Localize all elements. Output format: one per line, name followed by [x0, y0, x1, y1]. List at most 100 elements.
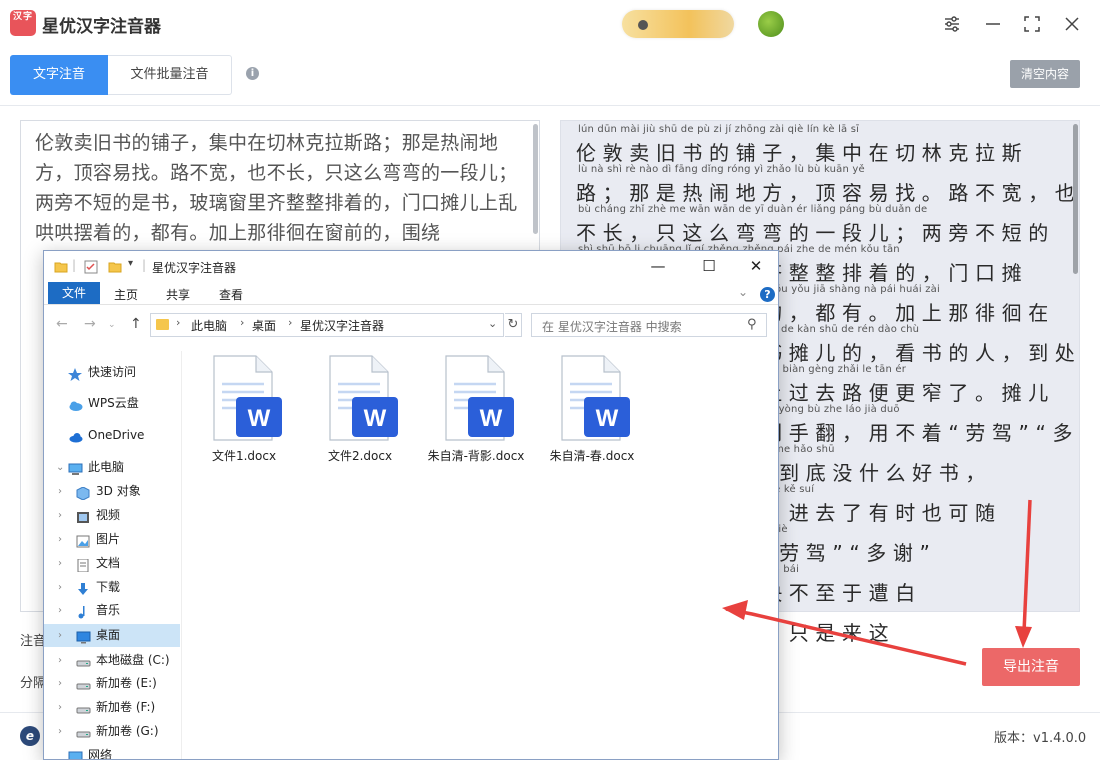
separator-icon: | [142, 258, 147, 272]
title-bar [0, 0, 1100, 48]
ribbon-tab-home[interactable]: 主页 [114, 286, 138, 303]
ribbon-collapse-icon[interactable]: ⌄ [738, 285, 748, 299]
nav-item-document[interactable]: › 文档 [44, 552, 180, 575]
tab-batch-annotation[interactable]: 文件批量注音 [108, 55, 232, 95]
tab-text-annotation[interactable]: 文字注音 [10, 55, 108, 95]
back-arrow-icon[interactable]: ← [56, 316, 68, 332]
settings-icon[interactable] [940, 12, 964, 36]
help-icon[interactable]: ? [760, 287, 775, 302]
expand-chevron-icon[interactable]: › [58, 504, 62, 527]
nav-item-drive[interactable]: › 新加卷 (E:) [44, 672, 180, 695]
expand-chevron-icon[interactable]: › [58, 649, 62, 672]
nav-item-computer[interactable]: ⌄ 此电脑 [44, 456, 180, 479]
nav-item-label: 视频 [96, 508, 121, 522]
pinyin-row: lún dūn mài jiù shū de pù zi jí zhōng zà… [578, 124, 860, 135]
document-icon [76, 557, 90, 573]
folder-icon [54, 259, 68, 275]
word-document-icon[interactable]: W [558, 354, 630, 441]
expand-chevron-icon[interactable]: › [58, 599, 62, 622]
ribbon-tab-view[interactable]: 查看 [219, 286, 243, 303]
svg-text:W: W [248, 405, 271, 432]
expand-chevron-icon[interactable]: › [58, 528, 62, 551]
expand-chevron-icon[interactable]: › [58, 576, 62, 599]
expand-chevron-icon[interactable]: › [58, 672, 62, 695]
drive-icon [76, 654, 91, 667]
minimize-icon[interactable] [981, 12, 1005, 36]
onedrive-icon [68, 429, 83, 443]
avatar[interactable] [758, 11, 784, 37]
forward-arrow-icon[interactable]: → [84, 316, 96, 332]
drive-icon [76, 677, 91, 690]
nav-item-video[interactable]: › 视频 [44, 504, 180, 527]
expand-chevron-icon[interactable]: › [58, 720, 62, 743]
nav-item-onedrive[interactable]: OneDrive [44, 424, 180, 447]
export-button[interactable]: 导出注音 [982, 648, 1080, 686]
nav-item-picture[interactable]: › 图片 [44, 528, 180, 551]
expand-chevron-icon[interactable]: › [58, 624, 62, 647]
expand-chevron-icon[interactable]: ⌄ [56, 456, 64, 479]
new-folder-icon[interactable] [108, 259, 122, 275]
video-icon [76, 509, 90, 523]
file-name[interactable]: 朱自清-背影.docx [426, 449, 526, 464]
word-document-icon[interactable]: W [442, 354, 514, 441]
nav-item-cube[interactable]: › 3D 对象 [44, 480, 180, 503]
breadcrumb-separator-icon: › [288, 316, 293, 329]
nav-item-label: 此电脑 [88, 460, 125, 474]
info-icon[interactable]: i [246, 67, 259, 80]
nav-item-star[interactable]: 快速访问 [44, 361, 180, 384]
search-icon[interactable]: ⚲ [747, 317, 757, 332]
search-placeholder: 在 星优汉字注音器 中搜索 [542, 320, 682, 334]
nav-item-download[interactable]: › 下载 [44, 576, 180, 599]
close-icon[interactable] [1060, 12, 1084, 36]
app-title: 星优汉字注音器 [42, 17, 161, 37]
nav-item-label: 新加卷 (G:) [96, 724, 159, 738]
ribbon-tab-share[interactable]: 共享 [166, 286, 190, 303]
nav-item-drive[interactable]: › 新加卷 (F:) [44, 696, 180, 719]
expand-chevron-icon[interactable]: › [58, 696, 62, 719]
up-arrow-icon[interactable]: ↑ [130, 316, 142, 332]
ribbon-tab-file[interactable]: 文件 [48, 282, 100, 304]
file-name[interactable]: 文件1.docx [194, 449, 294, 464]
nav-item-desktop[interactable]: › 桌面 [44, 624, 180, 647]
explorer-maximize-icon[interactable]: ☐ [695, 255, 723, 277]
nav-item-drive[interactable]: › 本地磁盘 (C:) [44, 649, 180, 672]
hanzi-row: 伦敦卖旧书的铺子，集中在切林克拉斯 [576, 141, 1029, 165]
nav-item-label: 网络 [88, 748, 113, 760]
nav-item-label: 图片 [96, 532, 121, 546]
footer-logo-icon: e [20, 726, 40, 746]
breadcrumb-separator-icon: › [240, 316, 245, 329]
hanzi-row: 路；那是热闹地方，顶容易找。路不宽，也 [576, 181, 1082, 205]
word-document-icon[interactable]: W [326, 354, 398, 441]
refresh-icon[interactable]: ↻ [505, 313, 522, 337]
expand-chevron-icon[interactable]: › [58, 480, 62, 503]
customize-quick-access-icon[interactable]: ▾ [128, 258, 133, 269]
output-scrollbar[interactable] [1073, 124, 1078, 274]
explorer-close-icon[interactable]: ✕ [742, 255, 770, 277]
file-explorer-window[interactable]: | ▾ | 星优汉字注音器 — ☐ ✕ 文件 主页 共享 查看 ⌄ ? ← → … [43, 250, 779, 760]
breadcrumb-separator-icon: › [176, 316, 181, 329]
hanzi-row: 不长，只这么弯弯的一段儿；两旁不短的 [576, 221, 1055, 245]
nav-item-music[interactable]: › 音乐 [44, 599, 180, 622]
nav-item-network[interactable]: 网络 [44, 744, 180, 760]
breadcrumb-desktop[interactable]: 桌面 [252, 317, 276, 334]
maximize-icon[interactable] [1020, 12, 1044, 36]
app-logo: 汉字 [10, 10, 36, 36]
nav-item-label: 本地磁盘 (C:) [96, 653, 170, 667]
nav-item-cloud[interactable]: WPS云盘 [44, 392, 180, 415]
word-document-icon[interactable]: W [210, 354, 282, 441]
input-scrollbar[interactable] [533, 124, 538, 234]
expand-chevron-icon[interactable]: › [58, 552, 62, 575]
properties-icon[interactable] [84, 259, 98, 275]
breadcrumb-app-folder[interactable]: 星优汉字注音器 [300, 317, 384, 334]
breadcrumb-this-pc[interactable]: 此电脑 [191, 317, 227, 334]
nav-item-label: 桌面 [96, 628, 121, 642]
recent-locations-icon[interactable]: ⌄ [108, 320, 116, 330]
svg-text:W: W [596, 405, 619, 432]
nav-item-drive[interactable]: › 新加卷 (G:) [44, 720, 180, 743]
address-dropdown-icon[interactable]: ⌄ [488, 317, 497, 330]
divider [0, 105, 1100, 106]
file-name[interactable]: 文件2.docx [310, 449, 410, 464]
clear-content-button[interactable]: 清空内容 [1010, 60, 1080, 88]
file-name[interactable]: 朱自清-春.docx [542, 449, 642, 464]
explorer-minimize-icon[interactable]: — [644, 255, 672, 277]
